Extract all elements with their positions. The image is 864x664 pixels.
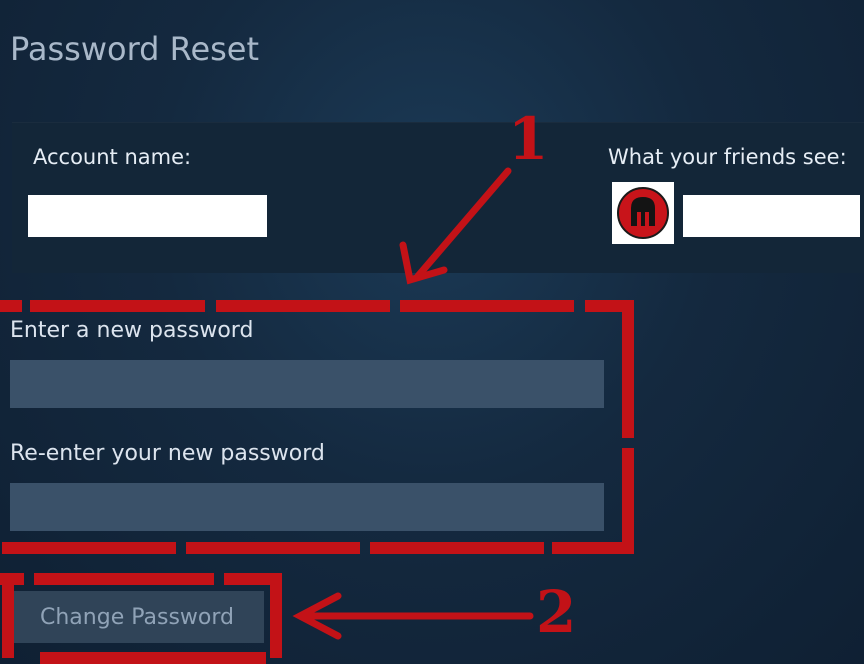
friends-view-label: What your friends see: xyxy=(608,145,847,169)
new-password-input[interactable] xyxy=(10,360,604,408)
spartan-helmet-icon xyxy=(617,187,669,239)
profile-name-value xyxy=(683,195,860,237)
annotation-step-1: 1 xyxy=(508,105,549,173)
page-title: Password Reset xyxy=(10,30,260,68)
annotation-step-2: 2 xyxy=(536,578,577,646)
account-name-label: Account name: xyxy=(33,145,192,169)
new-password-label: Enter a new password xyxy=(10,318,254,343)
reenter-password-input[interactable] xyxy=(10,483,604,531)
reenter-password-label: Re-enter your new password xyxy=(10,441,325,466)
annotation-arrow-2 xyxy=(292,592,534,640)
account-name-value xyxy=(28,195,267,237)
change-password-button[interactable]: Change Password xyxy=(10,591,264,643)
avatar xyxy=(612,182,674,244)
